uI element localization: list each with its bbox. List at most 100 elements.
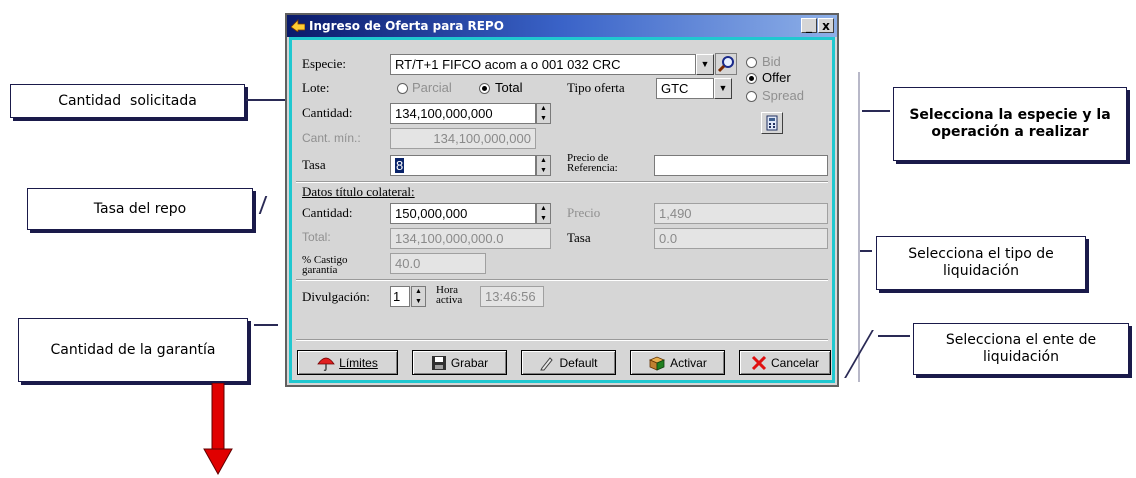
cantidad-label: Cantidad:: [302, 105, 353, 120]
colateral-cantidad-label: Cantidad:: [302, 205, 353, 220]
app-icon: [290, 19, 306, 33]
cant-min-input: 134,100,000,000: [390, 128, 536, 149]
callout-selecciona-ente-text: Selecciona el ente de liquidación: [945, 332, 1097, 365]
calculator-button[interactable]: [761, 112, 783, 134]
title-bar[interactable]: Ingreso de Oferta para REPO _ x: [287, 15, 837, 37]
callout-tasa-repo-text: Tasa del repo: [93, 200, 187, 217]
limites-button[interactable]: Límites: [297, 350, 398, 375]
precio-ref-label: Precio de Referencia:: [567, 153, 618, 174]
magnifier-icon: [717, 56, 734, 73]
colateral-cantidad-input[interactable]: 150,000,000: [390, 203, 536, 224]
callout-cantidad-garantia-text: Cantidad de la garantía: [50, 341, 216, 358]
offer-label: Offer: [762, 70, 791, 85]
callout-selecciona-ente: Selecciona el ente de liquidación: [913, 323, 1129, 375]
callout-tasa-repo: Tasa del repo: [27, 188, 253, 230]
spin-down-icon[interactable]: ▼: [537, 114, 550, 124]
save-icon: [431, 355, 446, 370]
connector-line: [246, 99, 286, 101]
spin-up-icon[interactable]: ▲: [537, 104, 550, 114]
spin-up-icon[interactable]: ▲: [537, 204, 550, 214]
offer-radio[interactable]: [746, 73, 757, 84]
divider: [296, 339, 828, 341]
connector-line: [860, 250, 872, 252]
colateral-tasa-input: 0.0: [654, 228, 828, 249]
castigo-input: 40.0: [390, 253, 486, 274]
especie-search-button[interactable]: [715, 53, 737, 75]
default-button[interactable]: Default: [521, 350, 616, 375]
callout-selecciona-especie-text: Selecciona la especie y la operación a r…: [909, 107, 1111, 140]
divider: [296, 181, 828, 183]
cancelar-label: Cancelar: [770, 355, 820, 370]
lote-parcial-radio[interactable]: [397, 83, 408, 94]
connector-line: [862, 110, 890, 112]
activate-box-icon: [649, 356, 666, 371]
activar-label: Activar: [670, 355, 707, 370]
grabar-label: Grabar: [450, 355, 489, 370]
hora-activa-input: 13:46:56: [480, 286, 544, 307]
callout-cantidad-solicitada-text: Cantidad solicitada: [58, 92, 197, 109]
cancel-x-icon: [751, 355, 767, 370]
activar-button[interactable]: Activar: [630, 350, 725, 375]
calculator-icon: [766, 115, 778, 131]
divulgacion-stepper[interactable]: ▲ ▼: [411, 286, 426, 307]
colateral-total-input: 134,100,000,000.0: [390, 228, 551, 249]
especie-label: Especie:: [302, 56, 347, 71]
spin-down-icon[interactable]: ▼: [537, 214, 550, 224]
divulgacion-input[interactable]: 1: [390, 286, 410, 307]
close-button[interactable]: x: [818, 18, 834, 33]
cant-min-label: Cant. mín.:: [302, 131, 361, 145]
callout-selecciona-tipo: Selecciona el tipo de liquidación: [876, 236, 1086, 290]
connector-line: [878, 335, 910, 337]
chevron-down-icon: ▼: [700, 59, 710, 69]
castigo-label: % Castigo garantía: [302, 255, 348, 276]
connector-line: [858, 72, 860, 382]
red-down-arrow: [203, 382, 233, 476]
spin-down-icon[interactable]: ▼: [412, 297, 425, 307]
colateral-precio-input: 1,490: [654, 203, 828, 224]
lote-total-radio[interactable]: [479, 83, 490, 94]
umbrella-icon: [317, 357, 335, 371]
tipo-oferta-label: Tipo oferta: [567, 80, 625, 95]
chevron-down-icon: ▼: [718, 83, 728, 93]
grabar-button[interactable]: Grabar: [412, 350, 507, 375]
connector-line: [258, 196, 268, 214]
cancelar-button[interactable]: Cancelar: [739, 350, 831, 375]
connector-line: [254, 324, 278, 326]
limites-label: Límites: [339, 355, 378, 370]
minimize-button[interactable]: _: [801, 18, 817, 33]
tasa-stepper[interactable]: ▲ ▼: [536, 155, 551, 176]
tasa-label: Tasa: [302, 157, 326, 172]
colateral-total-label: Total:: [302, 230, 331, 244]
callout-selecciona-tipo-text: Selecciona el tipo de liquidación: [908, 246, 1054, 279]
repo-offer-dialog: Ingreso de Oferta para REPO _ x Especie:…: [285, 13, 839, 387]
cantidad-input[interactable]: 134,100,000,000: [390, 103, 536, 124]
hora-activa-label-line2: activa: [436, 294, 463, 306]
cantidad-stepper[interactable]: ▲ ▼: [536, 103, 551, 124]
precio-ref-label-line2: Referencia:: [567, 162, 618, 174]
spin-up-icon[interactable]: ▲: [537, 156, 550, 166]
bid-radio[interactable]: [746, 57, 757, 68]
tipo-oferta-combo[interactable]: GTC: [656, 78, 714, 99]
spin-down-icon[interactable]: ▼: [537, 166, 550, 176]
tasa-input[interactable]: 8: [390, 155, 536, 176]
dialog-body: Especie: RT/T+1 FIFCO acom a o 001 032 C…: [289, 37, 835, 383]
tipo-oferta-dropdown-button[interactable]: ▼: [714, 78, 732, 99]
colateral-section-label: Datos título colateral:: [302, 184, 415, 199]
tasa-value: 8: [395, 158, 405, 173]
pencil-icon: [540, 356, 554, 370]
callout-cantidad-garantia: Cantidad de la garantía: [18, 318, 248, 382]
bid-label: Bid: [762, 54, 781, 69]
hora-activa-label: Hora activa: [436, 285, 463, 306]
colateral-precio-label: Precio: [567, 205, 601, 220]
especie-dropdown-button[interactable]: ▼: [696, 54, 714, 75]
callout-cantidad-solicitada: Cantidad solicitada: [10, 84, 245, 118]
colateral-tasa-label: Tasa: [567, 230, 591, 245]
colateral-cantidad-stepper[interactable]: ▲ ▼: [536, 203, 551, 224]
precio-referencia-input[interactable]: [654, 155, 828, 176]
spread-label: Spread: [762, 88, 804, 103]
default-label: Default: [559, 355, 598, 370]
lote-parcial-label: Parcial: [412, 80, 452, 95]
spin-up-icon[interactable]: ▲: [412, 287, 425, 297]
especie-combo[interactable]: RT/T+1 FIFCO acom a o 001 032 CRC: [390, 54, 696, 75]
spread-radio[interactable]: [746, 91, 757, 102]
